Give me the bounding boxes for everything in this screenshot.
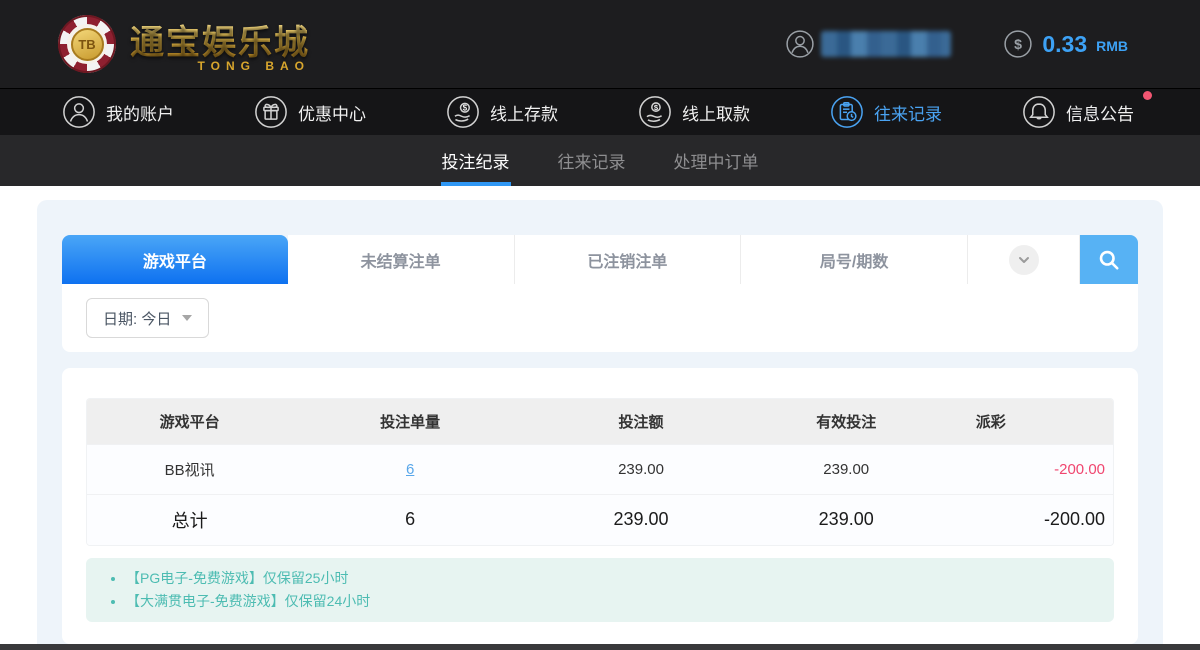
cell-platform: BB视讯 [87,444,292,494]
svg-text:$: $ [1014,37,1022,53]
nav-item-my-account[interactable]: 我的账户 [62,95,174,129]
chip-ring: TB [67,24,107,64]
main-navigation: 我的账户 优惠中心 $ 线上存款 [0,88,1200,135]
user-account-area[interactable] [785,29,951,59]
date-filter-label: 日期: 今日 [103,308,171,329]
nav-item-deposit[interactable]: $ 线上存款 [446,95,558,129]
filter-dropdown[interactable] [968,235,1080,284]
promotions-icon [254,95,288,129]
withdraw-icon: $ [638,95,672,129]
site-title: 通宝娱乐城 [130,15,310,64]
nav-label: 我的账户 [106,100,174,125]
nav-item-promotions[interactable]: 优惠中心 [254,95,366,129]
nav-item-withdraw[interactable]: $ 线上取款 [638,95,750,129]
tab-cancelled-bets[interactable]: 已注销注单 [515,235,742,284]
balance-display[interactable]: $ 0.33 RMB [1003,29,1128,59]
cell-valid-bet: 239.00 [754,444,939,494]
cell-total-label: 总计 [87,494,292,545]
nav-label: 往来记录 [874,100,942,125]
dollar-coin-icon: $ [1003,29,1033,59]
subnav-item-transaction-records[interactable]: 往来记录 [557,135,627,186]
column-header-platform: 游戏平台 [87,399,292,444]
username-redacted [821,31,951,57]
account-icon [62,95,96,129]
note-item: 【大满贯电子-免费游戏】仅保留24小时 [126,590,1098,613]
cell-total-valid-bet: 239.00 [754,494,939,545]
table-header-row: 游戏平台 投注单量 投注额 有效投注 派彩 [87,399,1113,444]
nav-label: 线上存款 [490,100,558,125]
note-item: 【PG电子-免费游戏】仅保留25小时 [126,567,1098,590]
announcement-bell-icon [1022,95,1056,129]
content-panel: 游戏平台 未结算注单 已注销注单 局号/期数 [37,200,1163,650]
results-table-box: 游戏平台 投注单量 投注额 有效投注 派彩 BB视讯 6 239.00 239.… [86,398,1114,546]
tab-unsettled-bets[interactable]: 未结算注单 [288,235,515,284]
tab-round-number[interactable]: 局号/期数 [741,235,968,284]
notification-dot [1143,91,1152,100]
caret-down-icon [182,315,192,321]
cell-total-count: 6 [292,494,528,545]
retention-notes: 【PG电子-免费游戏】仅保留25小时 【大满贯电子-免费游戏】仅保留24小时 [86,558,1114,622]
nav-label: 信息公告 [1066,100,1134,125]
deposit-icon: $ [446,95,480,129]
chip-core-text: TB [71,28,104,61]
tab-game-platform[interactable]: 游戏平台 [62,235,288,284]
balance-currency: RMB [1096,38,1128,54]
records-icon [830,95,864,129]
column-header-bet-amount: 投注额 [528,399,754,444]
bet-count-link[interactable]: 6 [406,461,414,478]
results-card: 游戏平台 投注单量 投注额 有效投注 派彩 BB视讯 6 239.00 239.… [62,368,1138,644]
column-header-payout: 派彩 [939,399,1113,444]
search-button[interactable] [1080,235,1138,284]
results-table: 游戏平台 投注单量 投注额 有效投注 派彩 BB视讯 6 239.00 239.… [87,399,1113,545]
column-header-bet-count: 投注单量 [292,399,528,444]
search-icon [1096,247,1122,273]
nav-item-transaction-records[interactable]: 往来记录 [830,95,942,129]
filter-tabs: 游戏平台 未结算注单 已注销注单 局号/期数 [62,235,1138,284]
chevron-down-icon [1009,245,1039,275]
site-subtitle: TONG BAO [130,59,310,73]
logo-text: 通宝娱乐城 TONG BAO [130,15,310,73]
footer-strip [0,644,1200,650]
subnav-item-processing-orders[interactable]: 处理中订单 [673,135,760,186]
cell-total-payout: -200.00 [939,494,1113,545]
site-logo[interactable]: TB 通宝娱乐城 TONG BAO [58,15,310,73]
nav-item-announcements[interactable]: 信息公告 [1022,95,1134,129]
casino-chip-logo-icon: TB [58,15,116,73]
table-row: BB视讯 6 239.00 239.00 -200.00 [87,444,1113,494]
subnav-item-bet-records[interactable]: 投注纪录 [441,135,511,186]
balance-amount: 0.33 [1042,31,1087,58]
top-header: TB 通宝娱乐城 TONG BAO $ 0.33 RMB [0,0,1200,88]
cell-payout: -200.00 [939,444,1113,494]
date-filter-dropdown[interactable]: 日期: 今日 [86,298,209,338]
sub-navigation: 投注纪录 往来记录 处理中订单 [0,135,1200,186]
cell-bet-amount: 239.00 [528,444,754,494]
nav-label: 优惠中心 [298,100,366,125]
filter-body: 日期: 今日 [62,284,1138,352]
filter-card: 游戏平台 未结算注单 已注销注单 局号/期数 [62,235,1138,352]
svg-text:$: $ [463,104,468,113]
column-header-valid-bet: 有效投注 [754,399,939,444]
nav-label: 线上取款 [682,100,750,125]
user-avatar-icon [785,29,815,59]
table-total-row: 总计 6 239.00 239.00 -200.00 [87,494,1113,545]
cell-total-bet-amount: 239.00 [528,494,754,545]
